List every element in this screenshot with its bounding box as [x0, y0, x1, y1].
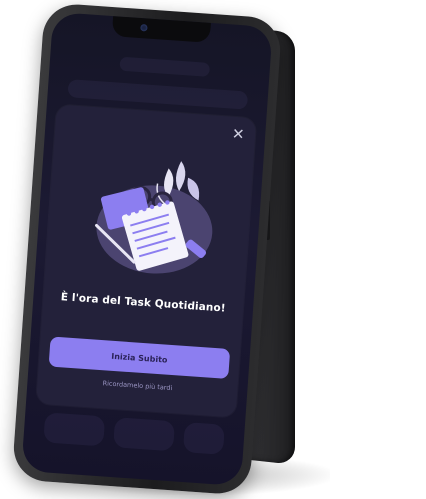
- close-icon[interactable]: ✕: [229, 124, 248, 144]
- camera-icon: [140, 24, 148, 32]
- start-now-button[interactable]: Inizia Subito: [48, 336, 231, 379]
- modal-title: È l'ora del Task Quotidiano!: [60, 291, 227, 315]
- phone-frame: ✕ È l'ora del Task Quotidiano! Inizia Su…: [11, 2, 283, 496]
- phone-screen: ✕ È l'ora del Task Quotidiano! Inizia Su…: [21, 11, 273, 487]
- daily-task-modal: ✕ È l'ora del Task Quotidiano! Inizia Su…: [35, 104, 257, 418]
- remind-later-link[interactable]: Ricordamelo più tardi: [37, 375, 237, 397]
- notepad-illustration: [95, 161, 213, 274]
